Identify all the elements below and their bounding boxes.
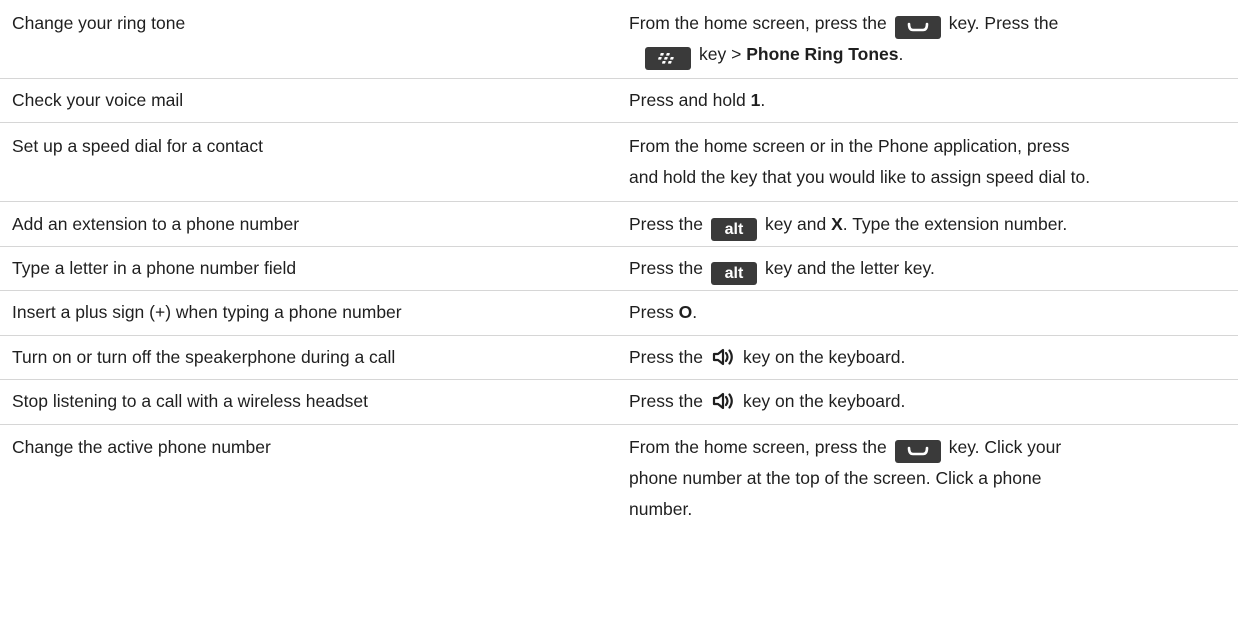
task-cell: Type a letter in a phone number field — [0, 253, 629, 290]
step-cell: Press the alt key and X. Type the extensio… — [629, 209, 1238, 246]
send-key-icon — [894, 16, 941, 39]
step-cell: Press the key on the keyboard. — [629, 342, 1238, 379]
task-label: Turn on or turn off the speakerphone dur… — [12, 347, 396, 367]
step-emphasis: X — [831, 214, 843, 234]
step-emphasis: Phone Ring Tones — [746, 44, 899, 64]
table-row: Change the active phone number From the … — [0, 425, 1238, 538]
step-emphasis: O — [678, 302, 693, 322]
table-row: Add an extension to a phone number Press… — [0, 202, 1238, 247]
alt-key-icon: alt — [710, 218, 757, 241]
task-cell: Stop listening to a call with a wireless… — [0, 386, 629, 424]
task-cell: Add an extension to a phone number — [0, 209, 629, 246]
task-label: Change your ring tone — [12, 13, 186, 33]
step-cell: Press the alt key and the letter key. — [629, 253, 1238, 290]
step-cell: Press O. — [629, 297, 1238, 335]
task-label: Check your voice mail — [12, 90, 184, 110]
table-row: Type a letter in a phone number field Pr… — [0, 247, 1238, 291]
table-row: Set up a speed dial for a contact From t… — [0, 123, 1238, 202]
step-cell: Press and hold 1. — [629, 85, 1238, 122]
step-cell: Press the key on the keyboard. — [629, 386, 1238, 424]
shortcut-table: Change your ring tone From the home scre… — [0, 0, 1238, 538]
speakerphone-key-icon — [712, 348, 733, 366]
menu-key-icon — [645, 47, 691, 70]
task-label: Insert a plus sign (+) when typing a pho… — [12, 302, 402, 322]
step-text: Press and hold — [629, 90, 746, 110]
step-text: key. Click your — [948, 437, 1062, 457]
step-text: From the home screen or in the Phone app… — [629, 136, 1070, 156]
task-cell: Change the active phone number — [0, 432, 629, 538]
task-label: Change the active phone number — [12, 437, 271, 457]
step-text: Press the — [629, 214, 703, 234]
alt-key-icon: alt — [710, 262, 757, 285]
task-cell: Insert a plus sign (+) when typing a pho… — [0, 297, 629, 335]
step-text: number. — [629, 499, 693, 519]
step-emphasis: 1 — [750, 90, 761, 110]
step-text: From the home screen, press the — [629, 437, 887, 457]
task-cell: Check your voice mail — [0, 85, 629, 122]
send-key-icon — [894, 440, 941, 463]
table-row: Turn on or turn off the speakerphone dur… — [0, 336, 1238, 380]
step-text: key on the keyboard. — [742, 347, 906, 367]
step-text: phone number at the top of the screen. C… — [629, 468, 1042, 488]
table-row: Insert a plus sign (+) when typing a pho… — [0, 291, 1238, 336]
step-text: key > — [699, 44, 742, 64]
table-row: Change your ring tone From the home scre… — [0, 0, 1238, 79]
task-cell: Turn on or turn off the speakerphone dur… — [0, 342, 629, 379]
step-text: . — [760, 90, 766, 110]
step-cell: From the home screen, press the key. Clic… — [629, 432, 1238, 538]
task-label: Stop listening to a call with a wireless… — [12, 391, 369, 411]
step-text: From the home screen, press the — [629, 13, 887, 33]
step-cell: From the home screen or in the Phone app… — [629, 131, 1238, 201]
step-text: . — [898, 44, 904, 64]
step-text: . — [692, 302, 698, 322]
step-text: Press — [629, 302, 674, 322]
task-cell: Change your ring tone — [0, 8, 629, 78]
step-text: Press the — [629, 391, 703, 411]
step-text: . Type the extension number. — [842, 214, 1068, 234]
table-row: Check your voice mail Press and hold 1. — [0, 79, 1238, 123]
task-label: Type a letter in a phone number field — [12, 258, 297, 278]
task-cell: Set up a speed dial for a contact — [0, 131, 629, 201]
step-text: key on the keyboard. — [742, 391, 906, 411]
step-text: key and — [764, 214, 827, 234]
task-label: Add an extension to a phone number — [12, 214, 300, 234]
step-text: Press the — [629, 347, 703, 367]
step-cell: From the home screen, press the key. Pres… — [629, 8, 1238, 78]
step-text: Press the — [629, 258, 703, 278]
step-text: and hold the key that you would like to … — [629, 167, 1091, 187]
task-label: Set up a speed dial for a contact — [12, 136, 263, 156]
speakerphone-key-icon — [712, 392, 733, 410]
step-text: key and the letter key. — [764, 258, 935, 278]
step-text: key. Press the — [948, 13, 1059, 33]
table-row: Stop listening to a call with a wireless… — [0, 380, 1238, 425]
